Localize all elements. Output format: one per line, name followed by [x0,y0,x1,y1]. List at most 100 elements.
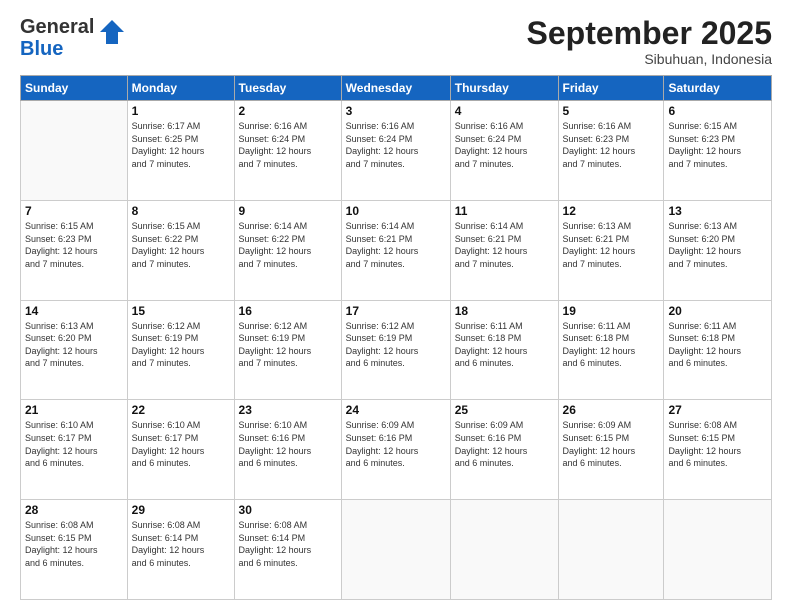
calendar-cell: 2 Sunrise: 6:16 AMSunset: 6:24 PMDaylight… [234,101,341,201]
day-info: Sunrise: 6:14 AMSunset: 6:21 PMDaylight:… [455,220,554,270]
calendar-cell: 14Sunrise: 6:13 AMSunset: 6:20 PMDayligh… [21,300,128,400]
calendar-cell: 20 Sunrise: 6:11 AMSunset: 6:18 PMDayligh… [664,300,772,400]
day-number: 20 [668,304,767,318]
day-info: Sunrise: 6:09 AMSunset: 6:16 PMDaylight:… [346,419,446,469]
calendar-cell: 5 Sunrise: 6:16 AMSunset: 6:23 PMDaylight… [558,101,664,201]
calendar-cell: 1 Sunrise: 6:17 AMSunset: 6:25 PMDaylight… [127,101,234,201]
day-info: Sunrise: 6:08 AMSunset: 6:14 PMDaylight:… [132,519,230,569]
col-friday: Friday [558,76,664,101]
day-info: Sunrise: 6:09 AMSunset: 6:15 PMDaylight:… [563,419,660,469]
day-info: Sunrise: 6:15 AMSunset: 6:23 PMDaylight:… [25,220,123,270]
day-number: 9 [239,204,337,218]
day-info: Sunrise: 6:16 AMSunset: 6:24 PMDaylight:… [455,120,554,170]
day-info: Sunrise: 6:08 AMSunset: 6:15 PMDaylight:… [25,519,123,569]
calendar-cell: 13Sunrise: 6:13 AMSunset: 6:20 PMDayligh… [664,200,772,300]
day-info: Sunrise: 6:13 AMSunset: 6:20 PMDaylight:… [25,320,123,370]
calendar-week-3: 14Sunrise: 6:13 AMSunset: 6:20 PMDayligh… [21,300,772,400]
day-info: Sunrise: 6:10 AMSunset: 6:17 PMDaylight:… [132,419,230,469]
calendar-cell: 11 Sunrise: 6:14 AMSunset: 6:21 PMDayligh… [450,200,558,300]
calendar-cell: 23Sunrise: 6:10 AMSunset: 6:16 PMDayligh… [234,400,341,500]
day-number: 2 [239,104,337,118]
calendar-table: Sunday Monday Tuesday Wednesday Thursday… [20,75,772,600]
day-number: 10 [346,204,446,218]
day-info: Sunrise: 6:12 AMSunset: 6:19 PMDaylight:… [132,320,230,370]
day-number: 26 [563,403,660,417]
title-area: September 2025 Sibuhuan, Indonesia [527,16,772,67]
day-number: 30 [239,503,337,517]
day-info: Sunrise: 6:15 AMSunset: 6:23 PMDaylight:… [668,120,767,170]
day-number: 8 [132,204,230,218]
day-info: Sunrise: 6:11 AMSunset: 6:18 PMDaylight:… [455,320,554,370]
day-info: Sunrise: 6:08 AMSunset: 6:15 PMDaylight:… [668,419,767,469]
day-number: 28 [25,503,123,517]
day-info: Sunrise: 6:17 AMSunset: 6:25 PMDaylight:… [132,120,230,170]
day-number: 12 [563,204,660,218]
day-info: Sunrise: 6:14 AMSunset: 6:22 PMDaylight:… [239,220,337,270]
day-info: Sunrise: 6:16 AMSunset: 6:24 PMDaylight:… [346,120,446,170]
day-info: Sunrise: 6:16 AMSunset: 6:24 PMDaylight:… [239,120,337,170]
calendar-cell: 24 Sunrise: 6:09 AMSunset: 6:16 PMDayligh… [341,400,450,500]
calendar-cell: 17 Sunrise: 6:12 AMSunset: 6:19 PMDayligh… [341,300,450,400]
day-number: 4 [455,104,554,118]
month-title: September 2025 [527,16,772,51]
day-info: Sunrise: 6:15 AMSunset: 6:22 PMDaylight:… [132,220,230,270]
calendar-cell: 9 Sunrise: 6:14 AMSunset: 6:22 PMDaylight… [234,200,341,300]
calendar-cell: 21Sunrise: 6:10 AMSunset: 6:17 PMDayligh… [21,400,128,500]
day-info: Sunrise: 6:09 AMSunset: 6:16 PMDaylight:… [455,419,554,469]
day-info: Sunrise: 6:12 AMSunset: 6:19 PMDaylight:… [346,320,446,370]
calendar-cell: 6Sunrise: 6:15 AMSunset: 6:23 PMDaylight… [664,101,772,201]
day-number: 1 [132,104,230,118]
day-number: 24 [346,403,446,417]
header: General Blue September 2025 Sibuhuan, In… [20,16,772,67]
day-info: Sunrise: 6:14 AMSunset: 6:21 PMDaylight:… [346,220,446,270]
day-number: 15 [132,304,230,318]
day-info: Sunrise: 6:11 AMSunset: 6:18 PMDaylight:… [668,320,767,370]
day-info: Sunrise: 6:11 AMSunset: 6:18 PMDaylight:… [563,320,660,370]
day-info: Sunrise: 6:13 AMSunset: 6:21 PMDaylight:… [563,220,660,270]
calendar-cell: 27 Sunrise: 6:08 AMSunset: 6:15 PMDayligh… [664,400,772,500]
day-number: 22 [132,403,230,417]
col-wednesday: Wednesday [341,76,450,101]
calendar-page: General Blue September 2025 Sibuhuan, In… [0,0,792,612]
col-saturday: Saturday [664,76,772,101]
calendar-cell [341,500,450,600]
day-number: 17 [346,304,446,318]
calendar-cell: 7Sunrise: 6:15 AMSunset: 6:23 PMDaylight… [21,200,128,300]
day-number: 13 [668,204,767,218]
day-number: 18 [455,304,554,318]
calendar-cell: 4 Sunrise: 6:16 AMSunset: 6:24 PMDaylight… [450,101,558,201]
day-number: 16 [239,304,337,318]
col-monday: Monday [127,76,234,101]
calendar-cell: 29 Sunrise: 6:08 AMSunset: 6:14 PMDayligh… [127,500,234,600]
day-info: Sunrise: 6:10 AMSunset: 6:17 PMDaylight:… [25,419,123,469]
calendar-cell: 26 Sunrise: 6:09 AMSunset: 6:15 PMDayligh… [558,400,664,500]
calendar-cell: 25Sunrise: 6:09 AMSunset: 6:16 PMDayligh… [450,400,558,500]
calendar-week-2: 7Sunrise: 6:15 AMSunset: 6:23 PMDaylight… [21,200,772,300]
calendar-cell: 3 Sunrise: 6:16 AMSunset: 6:24 PMDaylight… [341,101,450,201]
calendar-week-1: 1 Sunrise: 6:17 AMSunset: 6:25 PMDaylight… [21,101,772,201]
day-number: 5 [563,104,660,118]
header-row: Sunday Monday Tuesday Wednesday Thursday… [21,76,772,101]
logo-blue: Blue [20,38,94,60]
calendar-cell: 16 Sunrise: 6:12 AMSunset: 6:19 PMDayligh… [234,300,341,400]
day-number: 3 [346,104,446,118]
calendar-cell: 8 Sunrise: 6:15 AMSunset: 6:22 PMDaylight… [127,200,234,300]
calendar-cell: 18 Sunrise: 6:11 AMSunset: 6:18 PMDayligh… [450,300,558,400]
col-tuesday: Tuesday [234,76,341,101]
day-number: 27 [668,403,767,417]
calendar-cell: 10 Sunrise: 6:14 AMSunset: 6:21 PMDayligh… [341,200,450,300]
day-number: 29 [132,503,230,517]
day-number: 11 [455,204,554,218]
logo-area: General Blue [20,16,126,60]
day-info: Sunrise: 6:12 AMSunset: 6:19 PMDaylight:… [239,320,337,370]
calendar-week-4: 21Sunrise: 6:10 AMSunset: 6:17 PMDayligh… [21,400,772,500]
calendar-cell: 12 Sunrise: 6:13 AMSunset: 6:21 PMDayligh… [558,200,664,300]
calendar-cell: 15 Sunrise: 6:12 AMSunset: 6:19 PMDayligh… [127,300,234,400]
day-info: Sunrise: 6:08 AMSunset: 6:14 PMDaylight:… [239,519,337,569]
day-info: Sunrise: 6:10 AMSunset: 6:16 PMDaylight:… [239,419,337,469]
day-info: Sunrise: 6:16 AMSunset: 6:23 PMDaylight:… [563,120,660,170]
calendar-cell [450,500,558,600]
day-number: 19 [563,304,660,318]
calendar-cell [664,500,772,600]
calendar-cell: 28 Sunrise: 6:08 AMSunset: 6:15 PMDayligh… [21,500,128,600]
